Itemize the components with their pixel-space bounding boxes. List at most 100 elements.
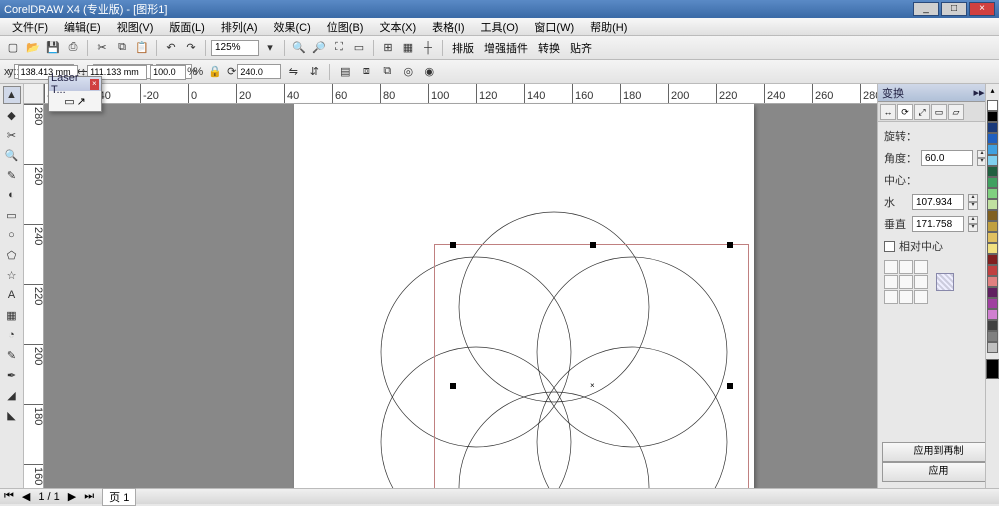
snap-icon[interactable]: ⊞: [379, 39, 397, 57]
close-button[interactable]: ×: [969, 2, 995, 16]
page-nav-prev-icon[interactable]: ◀: [22, 490, 30, 503]
table-tool[interactable]: ▦: [3, 306, 21, 324]
menu-tools[interactable]: 工具(O): [475, 18, 525, 36]
default-fill-swatch[interactable]: [986, 359, 999, 379]
color-swatch[interactable]: [987, 122, 998, 133]
canvas[interactable]: ×: [44, 104, 877, 488]
menu-edit[interactable]: 编辑(E): [58, 18, 107, 36]
menu-help[interactable]: 帮助(H): [584, 18, 633, 36]
apply-duplicate-button[interactable]: 应用到再制: [882, 442, 995, 462]
color-swatch[interactable]: [987, 144, 998, 155]
center-y-input[interactable]: [912, 216, 964, 232]
apply-button[interactable]: 应用: [882, 462, 995, 482]
crop-tool[interactable]: ✂: [3, 126, 21, 144]
color-swatch[interactable]: [987, 320, 998, 331]
zoom-dropdown-icon[interactable]: ▾: [261, 39, 279, 57]
page-nav-first-icon[interactable]: ⏮: [4, 490, 14, 503]
tab-rotate[interactable]: ⟳: [897, 104, 913, 120]
laser-panel[interactable]: Laser T...× ▭ ↗: [48, 76, 102, 112]
shape-tool[interactable]: ◆: [3, 106, 21, 124]
pick-tool[interactable]: ▲: [3, 86, 21, 104]
angle-input[interactable]: [921, 150, 973, 166]
menu-view[interactable]: 视图(V): [111, 18, 160, 36]
print-icon[interactable]: ⎙: [64, 39, 82, 57]
color-swatch[interactable]: [987, 254, 998, 265]
toolbar-layout[interactable]: 排版: [448, 40, 478, 56]
blend-tool[interactable]: ◔: [3, 326, 21, 344]
interactive-fill-tool[interactable]: ◣: [3, 406, 21, 424]
ruler-horizontal[interactable]: -60-40-200204060801001201401601802002202…: [44, 84, 877, 104]
docker-menu-icon[interactable]: ▸▸: [974, 86, 985, 99]
weld-icon[interactable]: ◉: [420, 63, 438, 81]
new-icon[interactable]: ▢: [4, 39, 22, 57]
page-nav-next-icon[interactable]: ▶: [68, 490, 76, 503]
outline-tool[interactable]: ✒: [3, 366, 21, 384]
redo-icon[interactable]: ↷: [182, 39, 200, 57]
lock-ratio-icon[interactable]: 🔒: [206, 63, 224, 81]
minimize-button[interactable]: _: [913, 2, 939, 16]
text-tool[interactable]: A: [3, 286, 21, 304]
menu-file[interactable]: 文件(F): [6, 18, 54, 36]
zoom-page-icon[interactable]: ▭: [350, 39, 368, 57]
color-swatch[interactable]: [987, 265, 998, 276]
polygon-tool[interactable]: ⬠: [3, 246, 21, 264]
menu-effects[interactable]: 效果(C): [268, 18, 317, 36]
page-nav-last-icon[interactable]: ⏭: [84, 490, 94, 503]
color-swatch[interactable]: [987, 309, 998, 320]
color-swatch[interactable]: [987, 155, 998, 166]
guides-icon[interactable]: ┼: [419, 39, 437, 57]
toolbar-snap[interactable]: 贴齐: [566, 40, 596, 56]
menu-arrange[interactable]: 排列(A): [215, 18, 264, 36]
zoom-out-icon[interactable]: 🔎: [310, 39, 328, 57]
basic-shapes-tool[interactable]: ☆: [3, 266, 21, 284]
scale-y-input[interactable]: [150, 65, 186, 80]
relative-center-checkbox[interactable]: [884, 241, 895, 252]
zoom-fit-icon[interactable]: ⛶: [330, 39, 348, 57]
menu-text[interactable]: 文本(X): [373, 18, 422, 36]
grid-icon[interactable]: ▦: [399, 39, 417, 57]
copy-icon[interactable]: ⧉: [113, 39, 131, 57]
color-swatch[interactable]: [987, 100, 998, 111]
center-y-spinner[interactable]: ▴▾: [968, 216, 978, 232]
freehand-tool[interactable]: ✎: [3, 166, 21, 184]
toolbar-enhance[interactable]: 增强插件: [480, 40, 532, 56]
color-swatch[interactable]: [987, 133, 998, 144]
zoom-in-icon[interactable]: 🔍: [290, 39, 308, 57]
color-swatch[interactable]: [987, 177, 998, 188]
color-swatch[interactable]: [987, 166, 998, 177]
color-swatch[interactable]: [987, 243, 998, 254]
cut-icon[interactable]: ✂: [93, 39, 111, 57]
color-swatch[interactable]: [987, 199, 998, 210]
group-icon[interactable]: ⧈: [357, 63, 375, 81]
mirror-h-icon[interactable]: ⇋: [284, 63, 302, 81]
color-swatch[interactable]: [987, 298, 998, 309]
ungroup-icon[interactable]: ⧉: [378, 63, 396, 81]
zoom-tool[interactable]: 🔍: [3, 146, 21, 164]
undo-icon[interactable]: ↶: [162, 39, 180, 57]
color-swatch[interactable]: [987, 232, 998, 243]
color-swatch[interactable]: [987, 287, 998, 298]
align-icon[interactable]: ▤: [336, 63, 354, 81]
color-swatch[interactable]: [987, 276, 998, 287]
fill-tool[interactable]: ◢: [3, 386, 21, 404]
menu-layout[interactable]: 版面(L): [163, 18, 210, 36]
canvas-area[interactable]: -60-40-200204060801001201401601802002202…: [24, 84, 877, 488]
laser-icon-2[interactable]: ↗: [77, 95, 86, 108]
eyedropper-tool[interactable]: ✎: [3, 346, 21, 364]
color-swatch[interactable]: [987, 188, 998, 199]
tab-size[interactable]: ▭: [931, 104, 947, 120]
laser-close-icon[interactable]: ×: [90, 79, 99, 90]
ruler-origin[interactable]: [24, 84, 44, 104]
rotation-input[interactable]: [237, 64, 281, 79]
menu-window[interactable]: 窗口(W): [528, 18, 580, 36]
docker-title[interactable]: 变换 ▸▸ ×: [878, 84, 999, 102]
tab-skew[interactable]: ▱: [948, 104, 964, 120]
smart-fill-tool[interactable]: ◐: [3, 186, 21, 204]
maximize-button[interactable]: □: [941, 2, 967, 16]
toolbar-convert[interactable]: 转换: [534, 40, 564, 56]
rectangle-tool[interactable]: ▭: [3, 206, 21, 224]
zoom-input[interactable]: [211, 40, 259, 56]
center-x-input[interactable]: [912, 194, 964, 210]
color-swatch[interactable]: [987, 342, 998, 353]
tab-scale[interactable]: ⤢: [914, 104, 930, 120]
